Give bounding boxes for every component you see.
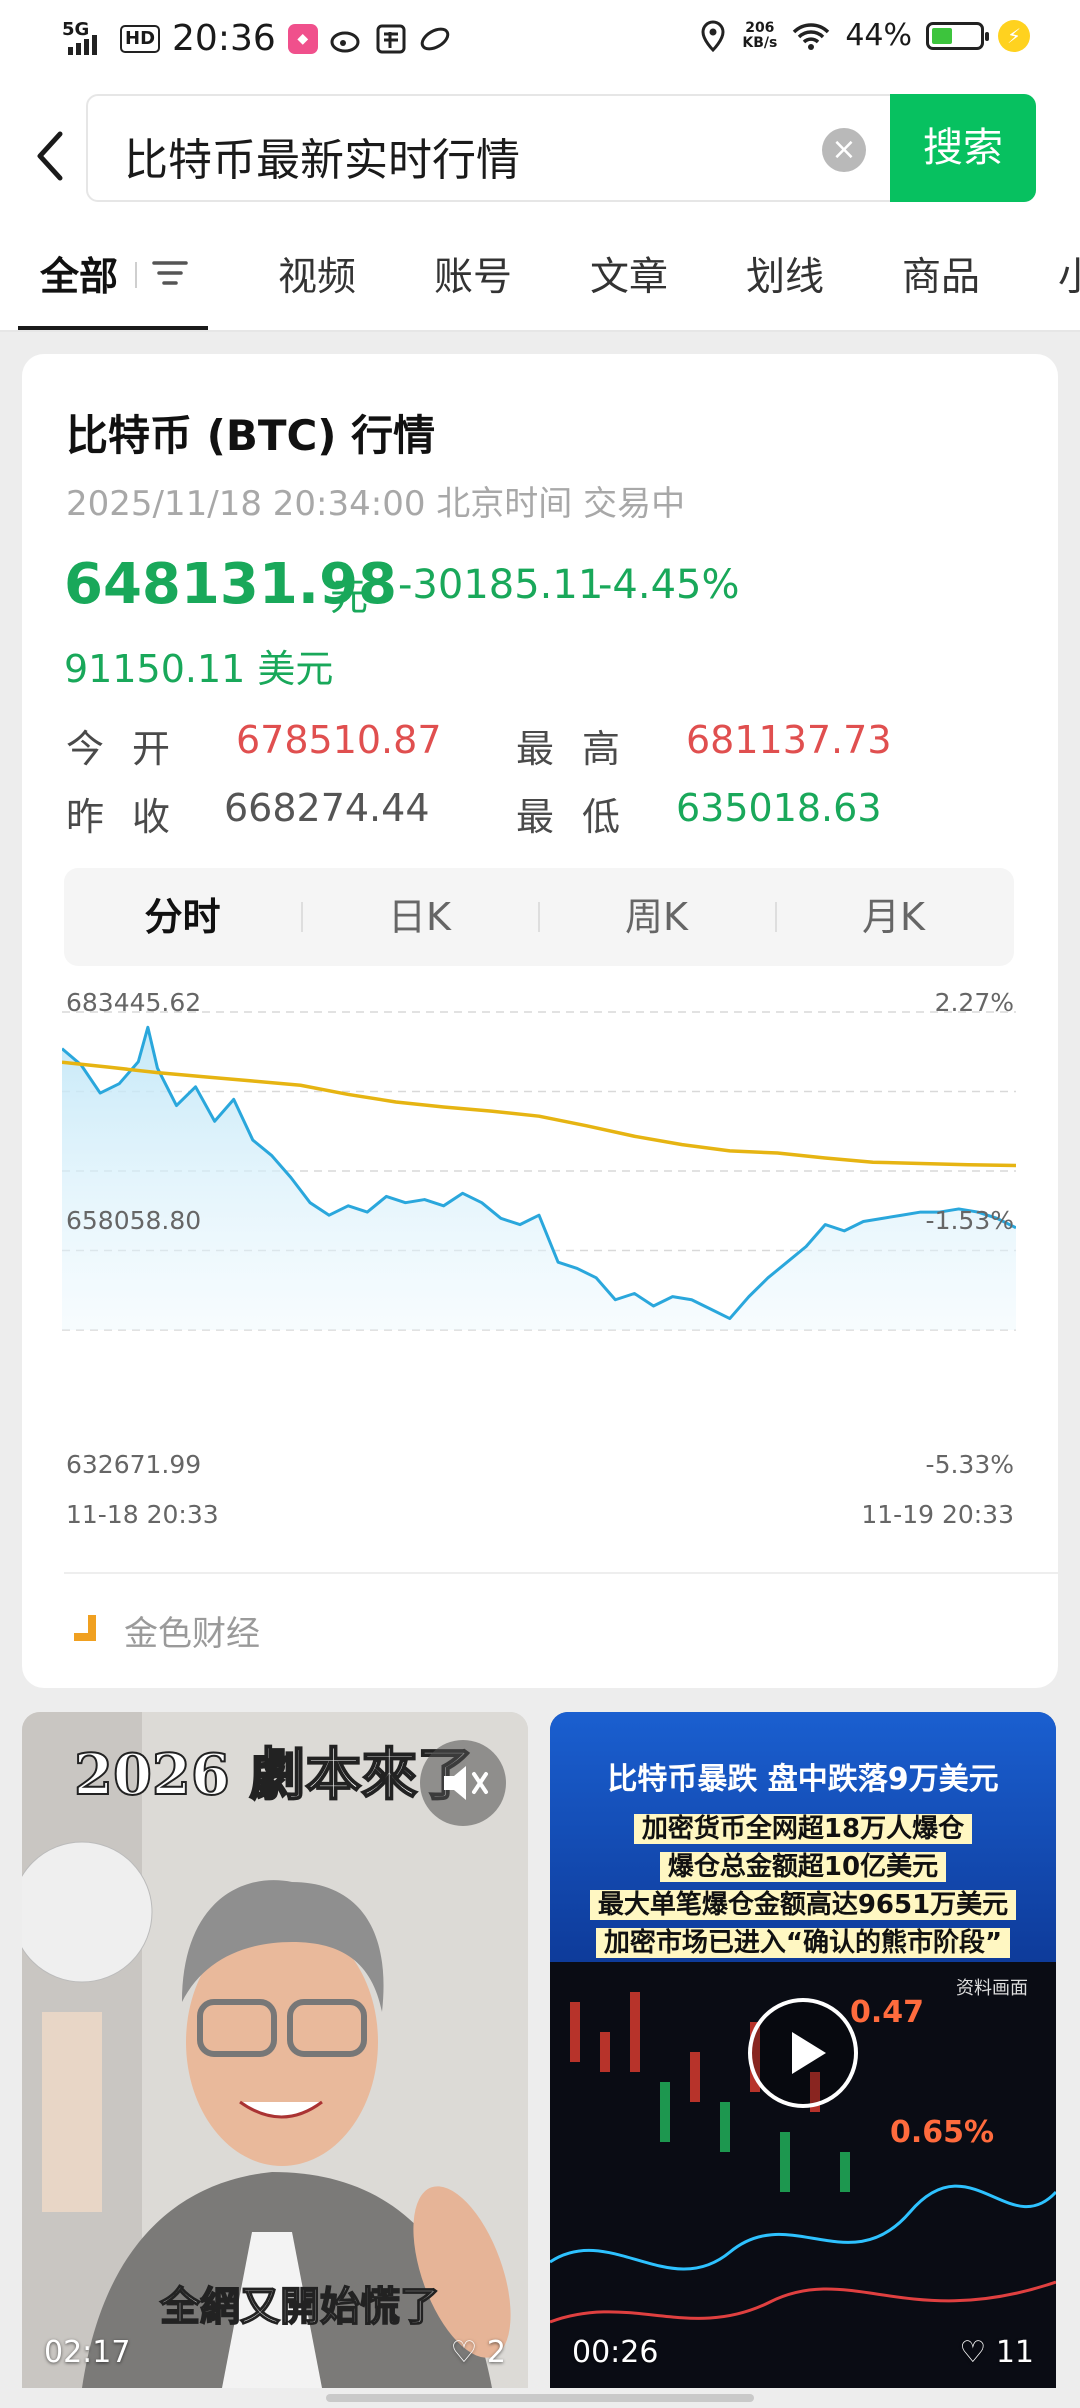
svg-text:0.65%: 0.65%: [890, 2115, 994, 2150]
tab-more[interactable]: 小: [1058, 246, 1080, 302]
search-query[interactable]: 比特币最新实时行情: [124, 124, 520, 188]
video-duration: 00:26: [572, 2335, 659, 2370]
price-change-percent: -4.45%: [598, 562, 740, 608]
news-line-5: 加密市场已进入“确认的熊市阶段”: [550, 1922, 1056, 1959]
intraday-chart[interactable]: [61, 982, 1017, 1412]
tab-all[interactable]: 全部: [40, 246, 118, 302]
mute-icon[interactable]: [420, 1740, 506, 1826]
filter-tabs: 全部 视频 账号 文章 划线 商品 小: [0, 214, 1080, 332]
home-indicator[interactable]: [326, 2394, 754, 2402]
app-icon: [376, 24, 406, 53]
hd-icon: HD: [120, 24, 161, 53]
tab-goods[interactable]: 商品: [902, 246, 980, 302]
btc-quote-card[interactable]: 比特币 (BTC) 行情 2025/11/18 20:34:00 北京时间 交易…: [22, 354, 1058, 1688]
tab-highlight[interactable]: 划线: [746, 246, 824, 302]
signal-icon: 5G: [62, 19, 108, 59]
low-value: 635018.63: [676, 786, 882, 830]
filter-icon[interactable]: [150, 258, 190, 288]
video-subtitle: 全網又開始慌了: [159, 2282, 441, 2331]
location-icon: [701, 19, 725, 52]
news-line-4: 最大单笔爆仓金额高达9651万美元: [550, 1884, 1056, 1921]
battery-icon: [926, 21, 989, 50]
chart-canvas: [61, 1011, 1017, 1331]
search-header: 比特币最新实时行情 × 搜索: [0, 84, 1080, 214]
pct-tick-bottom: -5.33%: [925, 1450, 1014, 1479]
video-title-overlay: 2026 劇本來了: [73, 1741, 474, 1809]
video-likes[interactable]: ♡ 11: [959, 2335, 1034, 2370]
high-label: 最高: [516, 727, 649, 771]
leaf-icon: [420, 27, 450, 50]
video-card-1[interactable]: 2026 劇本來了 全網又開始慌了 02:17 ♡ 2: [22, 1712, 528, 2388]
play-icon[interactable]: [748, 1998, 858, 2108]
active-tab-indicator: [18, 326, 208, 330]
clock: 20:36: [172, 18, 276, 59]
open-value: 678510.87: [236, 718, 442, 762]
y-tick-bottom: 632671.99: [66, 1450, 202, 1479]
news-line-2: 加密货币全网超18万人爆仓: [550, 1808, 1056, 1845]
x-tick-start: 11-18 20:33: [66, 1500, 219, 1529]
tab-monthly-k[interactable]: 月K: [775, 868, 1012, 966]
y-tick-mid: 658058.80: [66, 1206, 202, 1235]
card-title: 比特币 (BTC) 行情: [66, 411, 436, 460]
footage-note: 资料画面: [956, 1978, 1028, 1999]
heart-icon: ♡: [959, 2335, 987, 2370]
heart-icon: ♡: [450, 2335, 478, 2370]
status-bar: 5G HD 20:36 ◆ 206 KB/s 44% ⚡: [0, 0, 1080, 84]
x-tick-end: 11-19 20:33: [861, 1500, 1014, 1529]
pct-tick-top: 2.27%: [934, 988, 1014, 1017]
open-label: 今开: [66, 727, 199, 771]
tab-weekly-k[interactable]: 周K: [538, 868, 775, 966]
tab-article[interactable]: 文章: [590, 246, 668, 302]
period-selector: 分时 日K 周K 月K: [64, 868, 1014, 966]
high-value: 681137.73: [686, 718, 892, 762]
source-label[interactable]: 金色财经: [124, 1606, 260, 1655]
card-divider: [64, 1572, 1058, 1574]
tab-intraday[interactable]: 分时: [64, 868, 301, 966]
tab-separator: [135, 262, 137, 288]
prev-close-value: 668274.44: [224, 786, 430, 830]
jinse-logo-icon: [74, 1615, 96, 1641]
tab-account[interactable]: 账号: [434, 246, 512, 302]
low-label: 最低: [516, 795, 649, 839]
weibo-icon: [330, 31, 360, 52]
price-area: [62, 1027, 1016, 1330]
tab-daily-k[interactable]: 日K: [301, 868, 538, 966]
clear-icon[interactable]: ×: [822, 128, 866, 172]
video-likes[interactable]: ♡ 2: [450, 2335, 506, 2370]
battery-percent: 44%: [845, 18, 912, 53]
quote-timestamp: 2025/11/18 20:34:00 北京时间 交易中: [66, 484, 686, 524]
status-right: 206 KB/s 44% ⚡: [698, 18, 1030, 53]
status-left: 5G HD 20:36 ◆: [62, 18, 452, 59]
app-notification-icon: ◆: [287, 23, 318, 54]
price-change: -30185.11: [398, 562, 604, 608]
tab-video[interactable]: 视频: [278, 246, 356, 302]
svg-text:0.47: 0.47: [850, 1995, 924, 2030]
price-unit: 元: [330, 575, 369, 619]
prev-close-label: 昨收: [66, 795, 199, 839]
charging-icon: ⚡: [998, 19, 1030, 52]
news-headline: 比特币暴跌 盘中跌落9万美元: [607, 1762, 999, 1797]
usd-price: 91150.11 美元: [64, 647, 334, 691]
wifi-icon: [793, 22, 830, 50]
y-tick-top: 683445.62: [66, 988, 202, 1017]
pct-tick-mid: -1.53%: [925, 1206, 1014, 1235]
network-speed: 206 KB/s: [742, 19, 778, 51]
search-button[interactable]: 搜索: [890, 94, 1036, 202]
video-duration: 02:17: [44, 2335, 131, 2370]
video-card-2[interactable]: 比特币暴跌 盘中跌落9万美元 加密货币全网超18万人爆仓 爆仓总金额超10亿美元…: [550, 1712, 1056, 2388]
back-arrow-icon[interactable]: [32, 126, 72, 186]
news-line-3: 爆仓总金额超10亿美元: [550, 1846, 1056, 1883]
